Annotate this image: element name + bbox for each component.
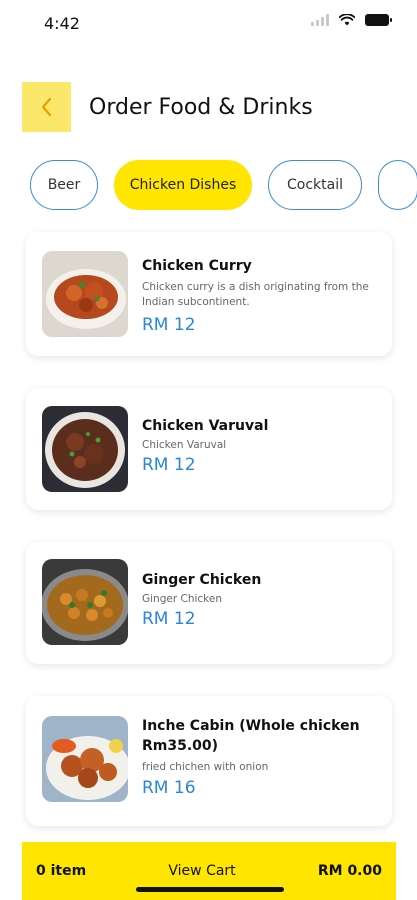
menu-item-name: Ginger Chicken: [142, 572, 262, 588]
menu-item-text: Ginger Chicken Ginger Chicken RM 12: [142, 570, 378, 629]
chevron-left-icon: [41, 97, 51, 117]
wifi-icon: [339, 14, 355, 26]
menu-item-card[interactable]: Chicken Varuval Chicken Varuval RM 12: [26, 388, 392, 510]
status-bar: 4:42: [0, 0, 417, 48]
chicken-curry-photo: [42, 251, 128, 337]
menu-item-description: Chicken Varuval: [142, 439, 227, 451]
page-title: Order Food & Drinks: [89, 94, 313, 120]
menu-item-text: Inche Cabin (Whole chicken Rm35.00) frie…: [142, 716, 378, 798]
menu-item-name: Chicken Varuval: [142, 418, 269, 434]
menu-item-price: RM 12: [142, 315, 196, 335]
menu-item-name: Chicken Curry: [142, 258, 252, 274]
chicken-varuval-photo: [42, 406, 128, 492]
menu-item-description: fried chichen with onion: [142, 761, 269, 773]
signal-icon: [311, 14, 329, 26]
menu-item-name: Inche Cabin (Whole chicken Rm35.00): [142, 718, 360, 754]
status-time: 4:42: [44, 14, 80, 33]
menu-item-card[interactable]: Ginger Chicken Ginger Chicken RM 12: [26, 542, 392, 664]
menu-item-price: RM 16: [142, 778, 196, 798]
cart-item-count: 0 item: [36, 863, 87, 879]
menu-item-description: Ginger Chicken: [142, 593, 222, 605]
cart-total: RM 0.00: [317, 863, 382, 879]
menu-item-price: RM 12: [142, 455, 196, 475]
menu-item-card[interactable]: Chicken Curry Chicken curry is a dish or…: [26, 232, 392, 356]
tab-chicken-dishes[interactable]: Chicken Dishes: [114, 160, 252, 210]
back-button[interactable]: [22, 82, 71, 132]
tab-next-partial[interactable]: [378, 160, 417, 210]
menu-item-description: Chicken curry is a dish originating from…: [142, 281, 369, 308]
tab-beer[interactable]: Beer: [30, 160, 98, 210]
home-indicator[interactable]: [136, 887, 284, 892]
menu-item-price: RM 12: [142, 609, 196, 629]
tab-cocktail[interactable]: Cocktail: [268, 160, 362, 210]
menu-item-text: Chicken Curry Chicken curry is a dish or…: [142, 256, 378, 335]
header: Order Food & Drinks: [22, 82, 313, 132]
battery-icon: [365, 14, 392, 26]
menu-item-card[interactable]: Inche Cabin (Whole chicken Rm35.00) frie…: [26, 696, 392, 826]
status-icons: [311, 14, 392, 26]
inche-cabin-photo: [42, 716, 128, 802]
category-tabs: Beer Chicken Dishes Cocktail: [30, 160, 417, 210]
ginger-chicken-photo: [42, 559, 128, 645]
menu-item-text: Chicken Varuval Chicken Varuval RM 12: [142, 416, 378, 475]
view-cart-button[interactable]: View Cart: [168, 863, 235, 879]
